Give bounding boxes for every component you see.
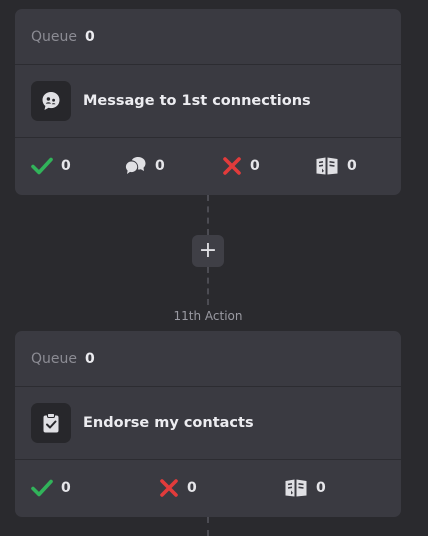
stat-skipped-count: 0 bbox=[347, 158, 357, 174]
cross-icon bbox=[159, 478, 179, 498]
flow-connector-bottom bbox=[207, 517, 209, 536]
stat-replied: 0 bbox=[125, 138, 165, 194]
stat-skipped-count: 0 bbox=[316, 480, 326, 496]
queue-label: Queue bbox=[31, 28, 77, 45]
stat-failed-count: 0 bbox=[187, 480, 197, 496]
action-row[interactable]: Endorse my contacts bbox=[15, 387, 401, 460]
action-row[interactable]: Message to 1st connections bbox=[15, 65, 401, 138]
queue-count: 0 bbox=[85, 350, 95, 367]
add-step-button[interactable]: + bbox=[192, 235, 224, 267]
checkmark-icon bbox=[31, 479, 53, 497]
action-label: Message to 1st connections bbox=[83, 93, 311, 109]
book-open-icon bbox=[315, 156, 339, 176]
queue-row: Queue 0 bbox=[15, 331, 401, 387]
book-open-icon bbox=[284, 478, 308, 498]
stat-success: 0 bbox=[31, 460, 71, 516]
queue-label: Queue bbox=[31, 350, 77, 367]
cross-icon bbox=[222, 156, 242, 176]
stat-success: 0 bbox=[31, 138, 71, 194]
message-bubble-icon bbox=[31, 81, 71, 121]
stat-skipped: 0 bbox=[284, 460, 326, 516]
next-step-label: 11th Action bbox=[173, 309, 243, 323]
queue-row: Queue 0 bbox=[15, 9, 401, 65]
stat-success-count: 0 bbox=[61, 480, 71, 496]
clipboard-check-icon bbox=[31, 403, 71, 443]
stats-row: 0 0 0 bbox=[15, 460, 401, 516]
flow-connector-top bbox=[207, 195, 209, 235]
stat-skipped: 0 bbox=[315, 138, 357, 194]
checkmark-icon bbox=[31, 157, 53, 175]
stat-failed-count: 0 bbox=[250, 158, 260, 174]
chat-bubbles-icon bbox=[125, 156, 147, 176]
flow-connector-middle bbox=[207, 267, 209, 305]
stat-replied-count: 0 bbox=[155, 158, 165, 174]
action-label: Endorse my contacts bbox=[83, 415, 254, 431]
stat-failed: 0 bbox=[222, 138, 260, 194]
step-card-message[interactable]: Queue 0 Message to 1st connections 0 0 0… bbox=[15, 9, 401, 195]
stats-row: 0 0 0 bbox=[15, 138, 401, 194]
queue-count: 0 bbox=[85, 28, 95, 45]
stat-success-count: 0 bbox=[61, 158, 71, 174]
stat-failed: 0 bbox=[159, 460, 197, 516]
step-card-endorse[interactable]: Queue 0 Endorse my contacts 0 0 0 bbox=[15, 331, 401, 517]
